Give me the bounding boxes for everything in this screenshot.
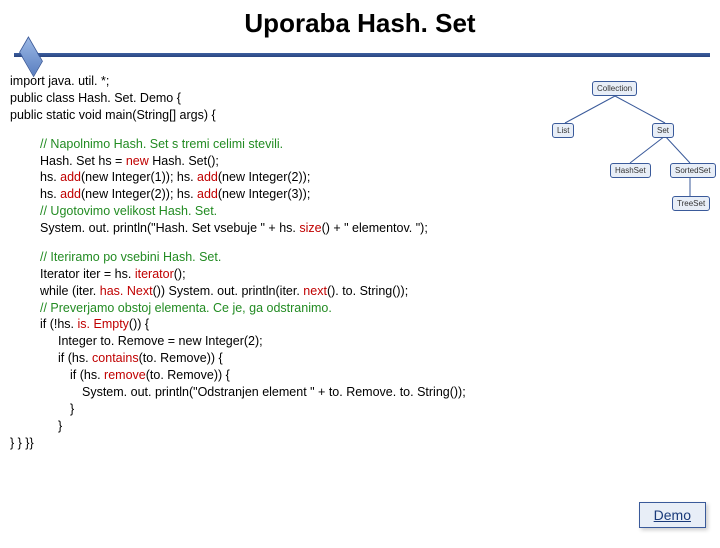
title-rule [0,45,720,65]
code-line: if (hs. contains(to. Remove)) { [40,350,720,367]
demo-button[interactable]: Demo [639,502,706,528]
diagram-node: HashSet [610,163,651,178]
diagram-node: Set [652,123,674,138]
code-line: } [40,418,720,435]
diagram-node: SortedSet [670,163,716,178]
hierarchy-diagram: Collection List Set HashSet SortedSet Tr… [520,78,710,213]
code-line: System. out. println("Hash. Set vsebuje … [40,220,720,237]
code-line: } } }} [10,435,720,452]
code-comment: // Preverjamo obstoj elementa. Ce je, ga… [40,300,720,317]
diagram-node: List [552,123,574,138]
slide-title: Uporaba Hash. Set [0,8,720,39]
code-comment: // Iteriramo po vsebini Hash. Set. [40,249,720,266]
code-line: Integer to. Remove = new Integer(2); [40,333,720,350]
code-line: if (hs. remove(to. Remove)) { [40,367,720,384]
code-line: Iterator iter = hs. iterator(); [40,266,720,283]
code-line: if (!hs. is. Empty()) { [40,316,720,333]
diagram-node: Collection [592,81,637,96]
diagram-node: TreeSet [672,196,710,211]
code-line: System. out. println("Odstranjen element… [40,384,720,401]
code-line: } [40,401,720,418]
code-line: while (iter. has. Next()) System. out. p… [40,283,720,300]
